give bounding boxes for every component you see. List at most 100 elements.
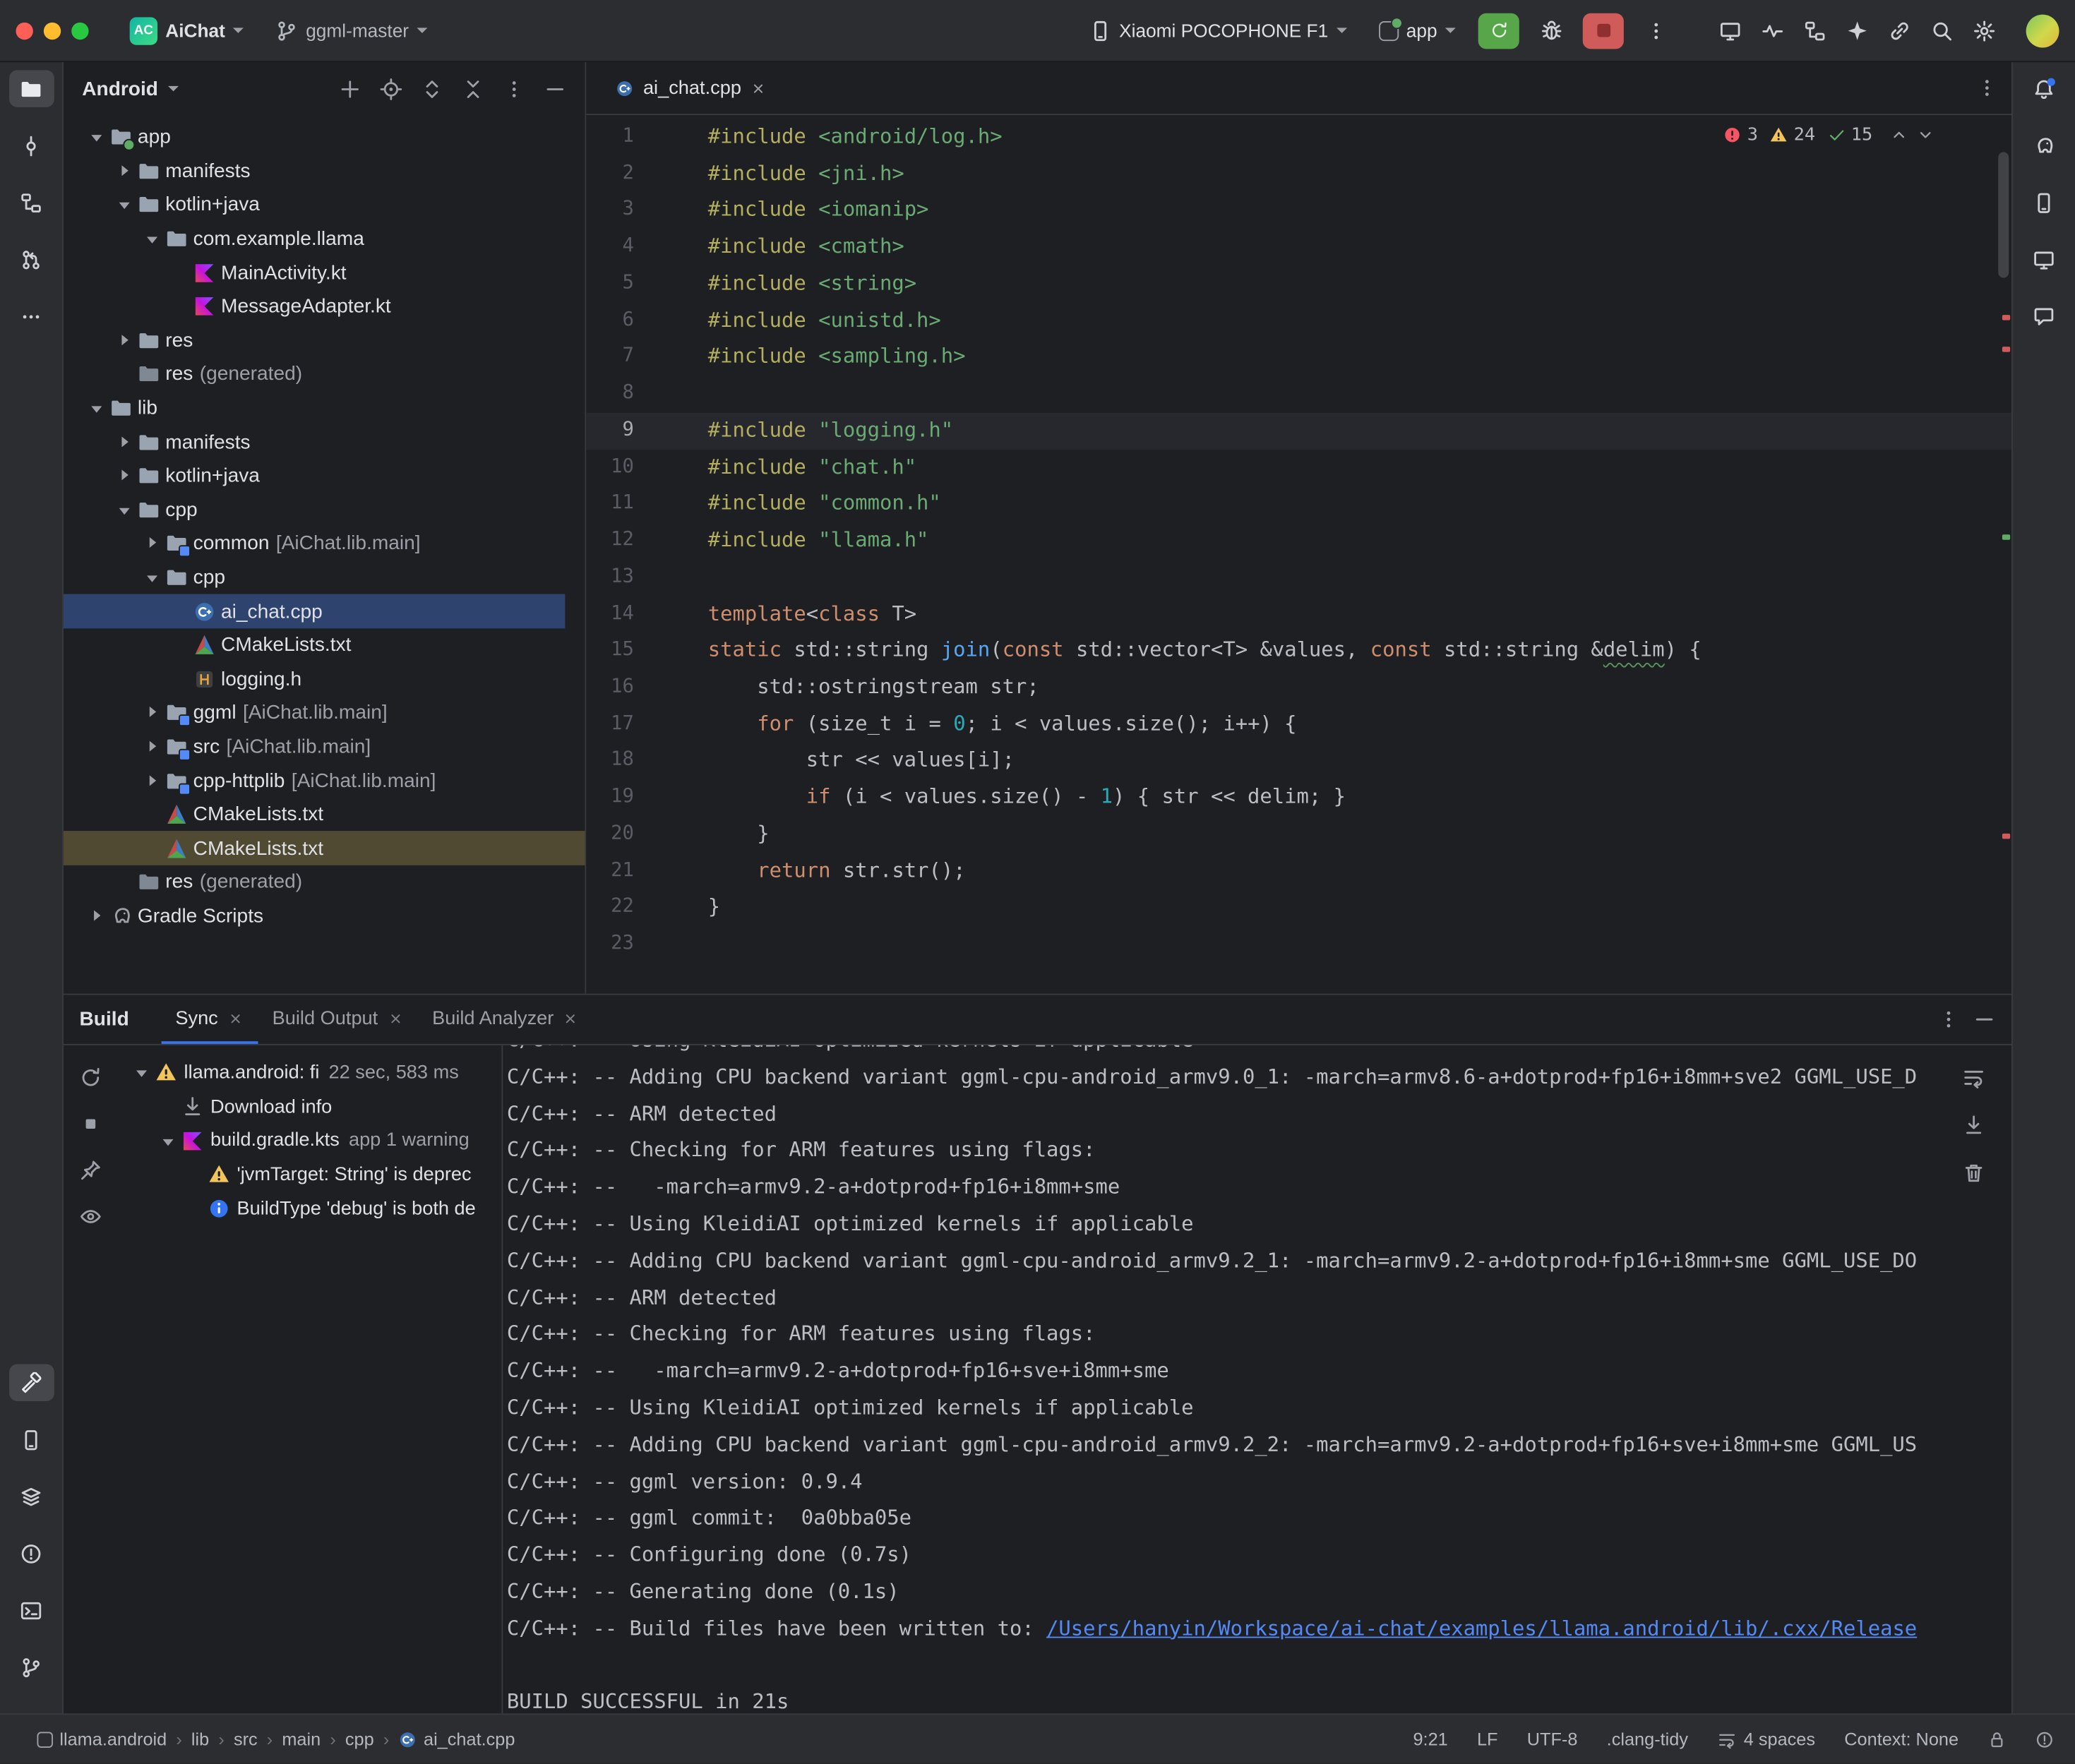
tree-item-ggml[interactable]: ggml[AiChat.lib.main] <box>64 696 585 730</box>
tool-strip-commit[interactable] <box>8 127 54 164</box>
build-tree-item[interactable]: Download info <box>116 1090 501 1124</box>
more-options-button[interactable] <box>496 71 531 106</box>
tool-strip-notifications[interactable] <box>2021 70 2067 107</box>
tool-strip-terminal[interactable] <box>8 1592 54 1628</box>
error-stripe-mark[interactable] <box>2002 534 2010 539</box>
error-stripe-mark[interactable] <box>2002 315 2010 320</box>
inspections-widget[interactable]: 3 24 15 <box>1723 124 1935 145</box>
chevron-down-icon[interactable] <box>112 497 138 522</box>
passed-count[interactable]: 15 <box>1827 124 1872 145</box>
clear-all-button[interactable] <box>1956 1156 1990 1188</box>
breadcrumb-ai-chat-cpp[interactable]: ai_chat.cpp <box>398 1729 515 1749</box>
close-tab-icon[interactable] <box>227 1010 243 1026</box>
chevron-right-icon[interactable] <box>140 734 166 760</box>
pin-button[interactable] <box>73 1153 107 1185</box>
tree-item-cpp[interactable]: cpp <box>64 493 585 527</box>
tree-item-cpp-httplib[interactable]: cpp-httplib[AiChat.lib.main] <box>64 764 585 798</box>
tool-strip-pull-requests[interactable] <box>8 241 54 277</box>
tree-item-cmakelists-txt[interactable]: CMakeLists.txt <box>64 628 585 662</box>
chevron-right-icon[interactable] <box>112 159 138 184</box>
code-line[interactable]: 9#include "logging.h" <box>586 413 2011 450</box>
add-button[interactable] <box>332 71 366 106</box>
chevron-right-icon[interactable] <box>140 531 166 556</box>
project-widget[interactable]: AC AiChat <box>121 11 253 49</box>
tool-strip-more-tool-windows[interactable] <box>8 298 54 335</box>
tool-strip-running-devices[interactable] <box>2021 241 2067 277</box>
status-inspections-status[interactable] <box>2035 1730 2054 1748</box>
code-line[interactable]: 13 <box>586 560 2011 596</box>
tool-strip-device-manager[interactable] <box>2021 184 2067 221</box>
status-file-encoding[interactable]: UTF-8 <box>1527 1729 1578 1749</box>
code-line[interactable]: 20 } <box>586 816 2011 853</box>
tree-item-cpp[interactable]: cpp <box>64 560 585 594</box>
search-everywhere-button[interactable] <box>1922 12 1959 49</box>
show-passed-button[interactable] <box>73 1200 107 1232</box>
branch-widget[interactable]: ggml-master <box>266 14 436 47</box>
tree-item-src[interactable]: src[AiChat.lib.main] <box>64 730 585 764</box>
tool-strip-build-variants[interactable] <box>8 1478 54 1515</box>
tree-item-manifests[interactable]: manifests <box>64 155 585 188</box>
code-line[interactable]: 21 return str.str(); <box>586 853 2011 889</box>
soft-wrap-button[interactable] <box>1956 1061 1990 1093</box>
code-line[interactable]: 11#include "common.h" <box>586 486 2011 523</box>
tree-item-ai-chat-cpp[interactable]: ai_chat.cpp <box>64 594 565 628</box>
locate-file-button[interactable] <box>373 71 408 106</box>
profiler-button[interactable] <box>1754 12 1790 49</box>
tool-strip-gradle[interactable] <box>2021 127 2067 164</box>
chevron-down-icon[interactable] <box>156 1128 181 1153</box>
breadcrumb-lib[interactable]: lib <box>191 1729 209 1749</box>
zoom-window-button[interactable] <box>71 22 88 39</box>
chevron-right-icon[interactable] <box>112 463 138 488</box>
tree-item-kotlin-java[interactable]: kotlin+java <box>64 188 585 222</box>
breadcrumb-cpp[interactable]: cpp <box>345 1729 374 1749</box>
code-line[interactable]: 4#include <cmath> <box>586 229 2011 266</box>
tree-item-gradle-scripts[interactable]: Gradle Scripts <box>64 899 585 933</box>
close-tab-icon[interactable] <box>563 1010 578 1026</box>
tree-item-mainactivity-kt[interactable]: MainActivity.kt <box>64 256 585 289</box>
settings-button[interactable] <box>1965 12 2002 49</box>
chevron-right-icon[interactable] <box>140 700 166 726</box>
code-line[interactable]: 7#include <sampling.h> <box>586 340 2011 376</box>
tool-strip-app-quality-insights[interactable] <box>2021 298 2067 335</box>
status-line-separator[interactable]: LF <box>1477 1729 1498 1749</box>
build-tree-item[interactable]: 'jvmTarget: String' is deprec <box>116 1158 501 1192</box>
code-line[interactable]: 8 <box>586 376 2011 413</box>
breadcrumb-llama-android[interactable]: llama.android <box>37 1729 167 1749</box>
close-tab-icon[interactable] <box>751 80 766 95</box>
chevron-down-icon[interactable] <box>140 565 166 590</box>
tool-strip-problems[interactable] <box>8 1535 54 1571</box>
build-output-link[interactable]: /Users/hanyin/Workspace/ai-chat/examples… <box>1046 1616 1917 1640</box>
editor-scrollbar[interactable] <box>1998 152 2009 278</box>
code-line[interactable]: 12#include "llama.h" <box>586 523 2011 560</box>
error-stripe-mark[interactable] <box>2002 834 2010 839</box>
tree-item-res[interactable]: res(generated) <box>64 357 585 391</box>
chevron-down-icon[interactable] <box>112 193 138 218</box>
chevron-right-icon[interactable] <box>85 904 110 929</box>
tree-item-kotlin-java[interactable]: kotlin+java <box>64 459 585 493</box>
code-line[interactable]: 14template<class T> <box>586 596 2011 632</box>
more-run-options-button[interactable] <box>1637 12 1674 49</box>
minimize-window-button[interactable] <box>44 22 61 39</box>
tree-item-lib[interactable]: lib <box>64 391 585 425</box>
build-tab-build-output[interactable]: Build Output <box>258 995 417 1044</box>
device-mirroring-button[interactable] <box>1880 12 1917 49</box>
next-problem-icon[interactable] <box>1916 126 1935 144</box>
structure-button[interactable] <box>1796 12 1833 49</box>
code-line[interactable]: 18 str << values[i]; <box>586 743 2011 779</box>
code-line[interactable]: 23 <box>586 926 2011 963</box>
tree-item-app[interactable]: app <box>64 121 585 155</box>
tree-item-res[interactable]: res <box>64 323 585 357</box>
build-console[interactable]: C/C++: -- Using KleidiAI optimized kerne… <box>503 1045 2011 1714</box>
tool-strip-project[interactable] <box>8 70 54 107</box>
status-context[interactable]: Context: None <box>1844 1729 1959 1749</box>
chevron-down-icon[interactable] <box>140 227 166 252</box>
chevron-down-icon[interactable] <box>130 1060 155 1086</box>
stop-button[interactable] <box>1583 13 1624 49</box>
tool-strip-device-explorer[interactable] <box>8 1421 54 1458</box>
code-line[interactable]: 5#include <string> <box>586 266 2011 303</box>
close-window-button[interactable] <box>16 22 32 39</box>
stop-button[interactable] <box>73 1108 107 1139</box>
tool-strip-build[interactable] <box>8 1364 54 1400</box>
chevron-down-icon[interactable] <box>85 125 110 150</box>
chevron-right-icon[interactable] <box>140 768 166 793</box>
